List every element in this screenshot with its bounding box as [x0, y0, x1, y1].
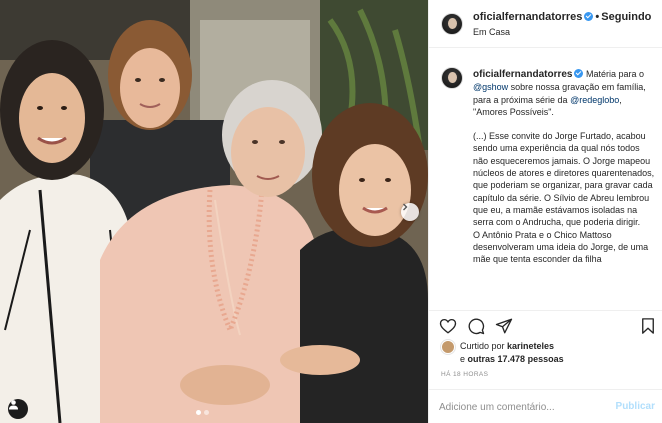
post-caption: oficialfernandatorres Matéria para o @gs…: [473, 68, 655, 265]
user-tags-button[interactable]: [8, 399, 28, 419]
verified-icon: [584, 11, 594, 21]
carousel-indicator: [196, 410, 209, 415]
share-icon[interactable]: [495, 317, 513, 335]
author-username[interactable]: oficialfernandatorres: [473, 11, 582, 23]
liker-username-link[interactable]: karineteles: [507, 341, 554, 351]
comment-icon[interactable]: [467, 317, 485, 335]
carousel-next-button[interactable]: [401, 203, 419, 221]
caption-author-avatar[interactable]: [441, 67, 463, 89]
heart-icon[interactable]: [439, 317, 457, 335]
post-actions-bar: [429, 310, 662, 338]
mention-redeglobo-link[interactable]: @redeglobo: [570, 95, 619, 105]
carousel-dot: [204, 410, 209, 415]
family-photo-illustration: [0, 0, 428, 423]
caption-username[interactable]: oficialfernandatorres: [473, 69, 572, 80]
publish-comment-button[interactable]: Publicar: [616, 401, 655, 412]
caption-paragraph: O Antônio Prata e o Chico Mattoso desenv…: [473, 229, 649, 265]
likes-count-link[interactable]: outras 17.478 pessoas: [468, 354, 564, 364]
header-user-line: oficialfernandatorres • Seguindo: [473, 11, 651, 23]
mention-gshow-link[interactable]: @gshow: [473, 82, 508, 92]
comment-composer: Publicar: [429, 389, 662, 423]
caption-scroll-area[interactable]: oficialfernandatorres Matéria para o @gs…: [429, 48, 662, 310]
post-sidebar: oficialfernandatorres • Seguindo Em Casa o…: [428, 0, 662, 423]
bookmark-icon[interactable]: [639, 317, 657, 335]
likes-summary: Curtido por karineteles e outras 17.478 …: [441, 338, 655, 368]
post-header: oficialfernandatorres • Seguindo Em Casa: [429, 0, 662, 48]
carousel-dot-active: [196, 410, 201, 415]
likes-prefix: Curtido por: [460, 341, 508, 351]
caption-text: Matéria para o: [586, 69, 645, 79]
comment-input[interactable]: [439, 399, 599, 415]
post-location[interactable]: Em Casa: [473, 27, 510, 37]
post-timestamp[interactable]: HÁ 18 HORAS: [441, 371, 488, 378]
post-photo[interactable]: [0, 0, 428, 423]
likes-text: Curtido por karineteles e outras 17.478 …: [460, 340, 655, 365]
author-avatar[interactable]: [441, 13, 463, 35]
likes-joiner: e: [460, 353, 466, 364]
separator-dot: •: [595, 11, 600, 23]
liker-avatar[interactable]: [441, 340, 455, 354]
caption-paragraph: (...) Esse convite do Jorge Furtado, aca…: [473, 131, 655, 228]
user-tag-icon: [9, 400, 18, 410]
chevron-right-icon: [403, 203, 408, 211]
follow-status-button[interactable]: Seguindo: [601, 11, 651, 23]
verified-icon: [574, 69, 584, 79]
